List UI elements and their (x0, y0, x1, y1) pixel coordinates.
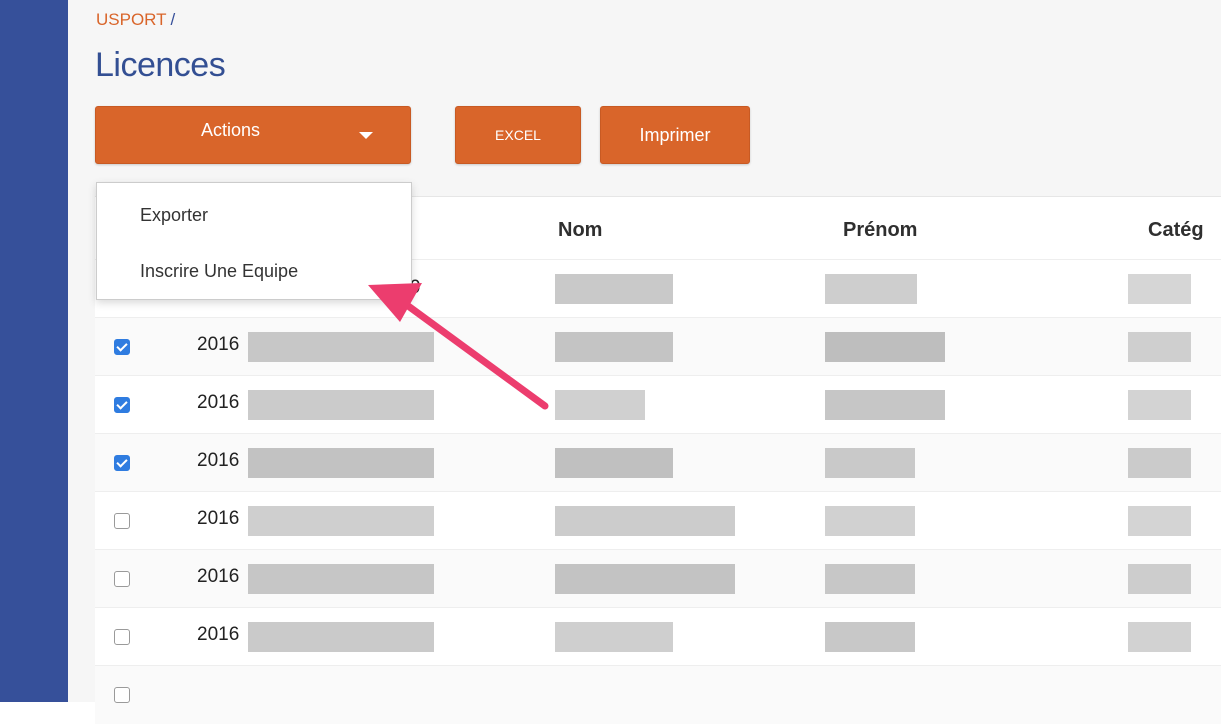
blurred-cell (825, 274, 917, 304)
blurred-cell (1128, 622, 1191, 652)
blurred-cell (248, 506, 434, 536)
column-header-categorie[interactable]: Catég (1148, 219, 1204, 242)
row-checkbox[interactable] (114, 513, 130, 529)
blurred-cell (248, 390, 434, 420)
row-checkbox[interactable] (114, 455, 130, 471)
blurred-cell (825, 622, 915, 652)
blurred-cell (825, 448, 915, 478)
table-row[interactable] (95, 665, 1221, 724)
row-checkbox[interactable] (114, 687, 130, 703)
menu-item-exporter[interactable]: Exporter (140, 205, 208, 226)
excel-button[interactable]: EXCEL (455, 106, 581, 164)
row-year: 2016 (197, 392, 240, 413)
column-header-nom[interactable]: Nom (558, 219, 602, 242)
actions-dropdown-button[interactable]: Actions (95, 106, 411, 164)
actions-dropdown-menu: Exporter Inscrire Une Equipe (96, 182, 412, 300)
blurred-cell (555, 506, 735, 536)
blurred-cell (1128, 274, 1191, 304)
row-year: 2016 (197, 566, 240, 587)
row-year: 2016 (197, 334, 240, 355)
blurred-cell (555, 274, 673, 304)
blurred-cell (1128, 390, 1191, 420)
breadcrumb: USPORT / (96, 10, 175, 30)
row-year: 2016 (197, 624, 240, 645)
table-row[interactable]: 2016 (95, 491, 1221, 550)
page-title: Licences (95, 46, 226, 84)
blurred-cell (1128, 448, 1191, 478)
blurred-cell (1128, 506, 1191, 536)
blurred-cell (825, 564, 915, 594)
breadcrumb-separator: / (170, 10, 176, 29)
caret-down-icon (359, 132, 373, 139)
blurred-cell (248, 448, 434, 478)
row-year: 2016 (197, 508, 240, 529)
blurred-cell (555, 448, 673, 478)
breadcrumb-root-link[interactable]: USPORT (96, 10, 167, 29)
sidebar (0, 0, 68, 702)
row-checkbox[interactable] (114, 397, 130, 413)
blurred-cell (1128, 564, 1191, 594)
print-button[interactable]: Imprimer (600, 106, 750, 164)
blurred-cell (825, 390, 945, 420)
blurred-cell (1128, 332, 1191, 362)
blurred-cell (555, 332, 673, 362)
blurred-cell (555, 622, 673, 652)
blurred-cell (825, 506, 915, 536)
table-row[interactable]: 2016 (95, 317, 1221, 376)
blurred-cell (555, 390, 645, 420)
row-checkbox[interactable] (114, 629, 130, 645)
blurred-cell (248, 564, 434, 594)
table-row[interactable]: 2016 (95, 607, 1221, 666)
table-row[interactable]: 2016 (95, 375, 1221, 434)
row-checkbox[interactable] (114, 571, 130, 587)
table-row[interactable]: 2016 (95, 549, 1221, 608)
blurred-cell (555, 564, 735, 594)
menu-item-inscrire-equipe[interactable]: Inscrire Une Equipe (140, 261, 298, 282)
blurred-cell (248, 622, 434, 652)
table-row[interactable]: 2016 (95, 433, 1221, 492)
blurred-cell (825, 332, 945, 362)
column-header-prenom[interactable]: Prénom (843, 219, 917, 242)
row-checkbox[interactable] (114, 339, 130, 355)
main-content: USPORT / Licences Actions EXCEL Imprimer … (68, 0, 1221, 724)
blurred-cell (248, 332, 434, 362)
actions-button-label: Actions (201, 120, 261, 140)
row-year: 2016 (197, 450, 240, 471)
